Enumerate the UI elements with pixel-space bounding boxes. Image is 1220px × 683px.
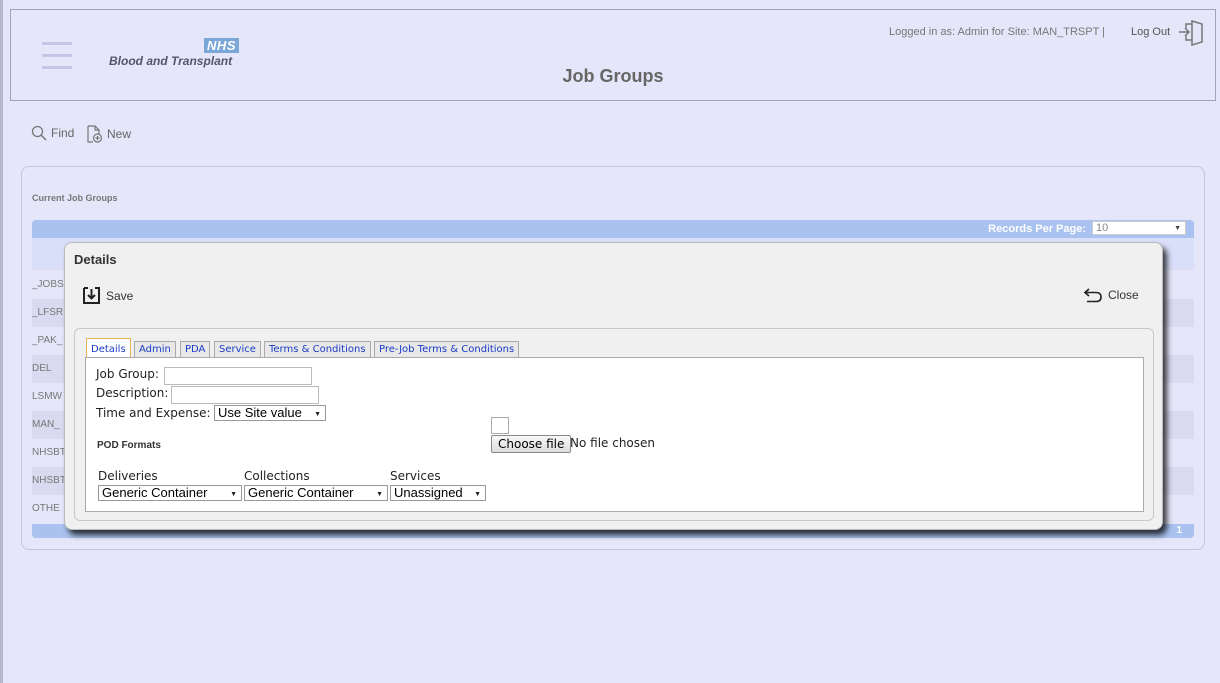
table-row[interactable]: LSMW — [32, 391, 62, 402]
new-document-icon — [87, 125, 103, 143]
table-row[interactable]: MAN_ — [32, 419, 60, 430]
dialog-title: Details — [74, 252, 117, 267]
menu-icon[interactable] — [42, 42, 72, 69]
table-row[interactable]: _PAK_ — [32, 335, 62, 346]
choose-file-button[interactable]: Choose file — [491, 435, 572, 453]
table-row[interactable]: OTHE — [32, 503, 60, 514]
save-icon — [83, 287, 100, 304]
tab-pre-job-terms-conditions[interactable]: Pre-Job Terms & Conditions — [374, 341, 520, 358]
nhs-badge: NHS — [204, 38, 239, 53]
logged-in-text: Logged in as: Admin for Site: MAN_TRSPT … — [889, 26, 1106, 38]
close-label: Close — [1108, 288, 1139, 302]
no-file-text: No file chosen — [570, 436, 656, 450]
new-button[interactable]: New — [86, 125, 131, 143]
find-label: Find — [51, 126, 75, 140]
tab-terms-conditions[interactable]: Terms & Conditions — [264, 341, 371, 358]
page-number[interactable]: 1 — [1176, 525, 1182, 536]
page-title: Job Groups — [562, 66, 664, 86]
broken-image-icon — [491, 417, 509, 434]
collections-label: Collections — [244, 469, 310, 483]
records-per-page-label: Records Per Page: — [988, 223, 1086, 235]
undo-icon — [1084, 288, 1102, 303]
description-label: Description: — [96, 386, 169, 400]
table-row[interactable]: DEL — [32, 363, 51, 374]
job-group-label: Job Group: — [96, 367, 159, 381]
table-row[interactable]: NHSBT — [32, 475, 66, 486]
find-button[interactable]: Find — [31, 125, 74, 141]
search-icon — [31, 125, 47, 141]
time-expense-label: Time and Expense: — [96, 406, 211, 420]
save-label: Save — [106, 288, 134, 303]
tab-frame: Details Admin PDA Service Terms & Condit… — [74, 328, 1154, 521]
new-label: New — [107, 127, 132, 141]
details-tab-panel: Job Group: Description: Time and Expense… — [85, 357, 1144, 512]
deliveries-label: Deliveries — [98, 469, 158, 483]
time-expense-select[interactable]: Use Site value — [214, 405, 326, 422]
tab-service[interactable]: Service — [214, 341, 261, 358]
panel-title: Current Job Groups — [32, 193, 118, 203]
tab-details[interactable]: Details — [86, 338, 131, 358]
logout-link[interactable]: Log Out — [1131, 26, 1170, 38]
app-header: NHS Blood and Transplant Logged in as: A… — [10, 9, 1216, 101]
tab-admin[interactable]: Admin — [134, 341, 176, 358]
table-row[interactable]: _JOBS — [32, 279, 64, 290]
details-dialog: Details Save Close Details Admin PDA Ser… — [64, 242, 1163, 530]
save-button[interactable]: Save — [83, 287, 133, 304]
grid-header: Records Per Page: 10 — [32, 220, 1194, 238]
table-row[interactable]: NHSBT — [32, 447, 66, 458]
close-button[interactable]: Close — [1084, 287, 1139, 303]
table-row[interactable]: _LFSR — [32, 307, 63, 318]
pod-formats-label: POD Formats — [97, 440, 161, 451]
collections-select[interactable]: Generic Container — [244, 485, 388, 502]
logout-icon[interactable] — [1178, 18, 1206, 46]
services-select[interactable]: Unassigned — [390, 485, 486, 502]
services-label: Services — [390, 469, 441, 483]
records-per-page-select[interactable]: 10 — [1092, 221, 1186, 235]
job-group-input[interactable] — [164, 367, 312, 385]
deliveries-select[interactable]: Generic Container — [98, 485, 242, 502]
description-input[interactable] — [171, 386, 319, 404]
tab-pda[interactable]: PDA — [180, 341, 211, 358]
